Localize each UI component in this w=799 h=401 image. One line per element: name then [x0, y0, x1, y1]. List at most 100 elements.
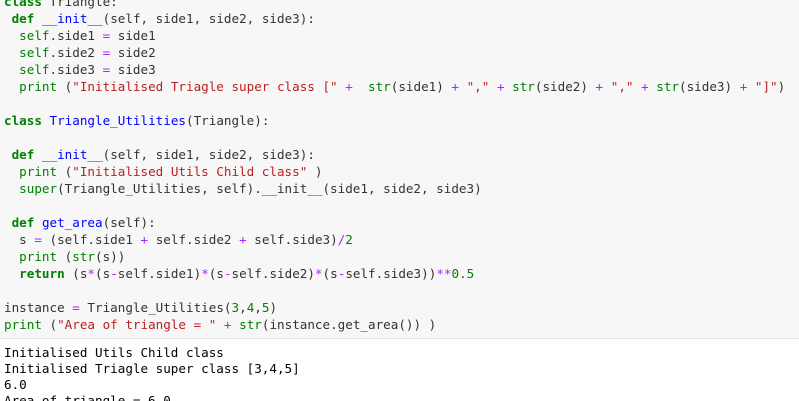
- code-line: self.side3 = side3: [4, 61, 156, 78]
- code-token: self: [4, 45, 50, 60]
- code-token: class: [4, 113, 42, 128]
- code-line: super(Triangle_Utilities, self).__init__…: [4, 180, 482, 197]
- code-token: str: [656, 79, 680, 94]
- code-token: get_area: [41, 215, 103, 230]
- code-token: Triangle_Utilities(: [79, 300, 232, 315]
- code-token: +: [595, 79, 604, 94]
- code-token: =: [72, 300, 80, 315]
- code-token: s: [4, 232, 35, 247]
- code-token: (self.side1: [41, 232, 141, 247]
- code-token: side3: [110, 62, 156, 77]
- code-token: (instance.get_area()) ): [261, 317, 437, 332]
- code-token: 2: [345, 232, 353, 247]
- code-line: def __init__(self, side1, side2, side3):: [4, 10, 315, 27]
- code-token: __init__: [41, 11, 103, 26]
- code-token: 3: [231, 300, 240, 315]
- code-token: (self, side1, side2, side3):: [102, 11, 315, 26]
- code-line: instance = Triangle_Utilities(3,4,5): [4, 299, 277, 316]
- code-line: def get_area(self):: [4, 214, 156, 231]
- code-token: (Triangle):: [186, 113, 270, 128]
- code-token: self.side2): [231, 266, 315, 281]
- code-token: Triangle:: [41, 0, 118, 9]
- code-token: self.side2: [148, 232, 240, 247]
- code-token: side2: [110, 45, 156, 60]
- code-line: return (s*(s-self.side1)*(s-self.side2)*…: [4, 265, 474, 282]
- code-token: print: [4, 164, 58, 179]
- code-token: =: [34, 232, 42, 247]
- code-line: self.side1 = side1: [4, 27, 156, 44]
- code-token: (s: [322, 266, 338, 281]
- code-token: str: [512, 79, 535, 94]
- code-line: print (str(s)): [4, 248, 125, 265]
- code-line: s = (self.side1 + self.side2 + self.side…: [4, 231, 353, 248]
- code-token: self: [4, 62, 50, 77]
- code-token: str: [72, 249, 95, 264]
- code-token: +: [496, 79, 505, 94]
- code-token: .side3: [49, 62, 103, 77]
- code-token: side1: [110, 28, 156, 43]
- code-line: print ("Initialised Utils Child class" ): [4, 163, 322, 180]
- code-line: class Triangle_Utilities(Triangle):: [4, 112, 269, 129]
- code-token: def: [4, 215, 35, 230]
- code-token: self.side3): [246, 232, 338, 247]
- code-token: instance: [4, 300, 73, 315]
- code-token: (: [57, 164, 73, 179]
- code-line: def __init__(self, side1, side2, side3):: [4, 146, 315, 163]
- code-token: +: [223, 317, 232, 332]
- output-area: Initialised Utils Child class Initialised…: [0, 338, 799, 401]
- code-token: Triangle_Utilities: [49, 113, 186, 128]
- code-token: **: [436, 266, 452, 281]
- code-token: +: [140, 232, 149, 247]
- code-token: self.side1): [117, 266, 202, 281]
- code-line: class Triangle:: [4, 0, 118, 10]
- code-token: 0.5: [451, 266, 475, 281]
- code-token: (s)): [95, 249, 126, 264]
- output-line: Initialised Utils Child class: [4, 345, 224, 360]
- code-token: +: [641, 79, 649, 94]
- code-token: (Triangle_Utilities, self).__init__(side…: [57, 181, 482, 196]
- code-token: (: [57, 249, 73, 264]
- code-token: ): [307, 164, 323, 179]
- code-token: *: [314, 266, 323, 281]
- code-token: -: [223, 266, 232, 281]
- code-token: print: [4, 249, 58, 264]
- code-token: +: [345, 79, 353, 94]
- code-token: __init__: [41, 147, 103, 162]
- output-line: 6.0: [4, 377, 27, 392]
- code-line: self.side2 = side2: [4, 44, 156, 61]
- code-token: *: [201, 266, 209, 281]
- code-token: def: [4, 147, 35, 162]
- code-token: +: [239, 232, 247, 247]
- code-token: "Initialised Utils Child class": [72, 164, 308, 179]
- code-token: class: [4, 0, 42, 9]
- code-token: .side2: [49, 45, 103, 60]
- code-token: (s: [208, 266, 224, 281]
- code-token: return: [4, 266, 65, 281]
- code-line: print ("Area of triangle = " + str(insta…: [4, 316, 436, 333]
- code-token: (side2): [534, 79, 596, 94]
- code-token: str: [239, 317, 262, 332]
- code-token: ): [269, 300, 278, 315]
- code-cell[interactable]: class Triangle: def __init__(self, side1…: [0, 0, 799, 338]
- code-token: .side1: [49, 28, 103, 43]
- code-token: ,: [239, 300, 247, 315]
- code-token: "Area of triangle = ": [57, 317, 217, 332]
- code-token: +: [451, 79, 459, 94]
- code-token: super: [4, 181, 58, 196]
- code-token: (: [41, 317, 58, 332]
- code-token: (side1): [390, 79, 452, 94]
- code-token: ,: [254, 300, 262, 315]
- code-token: print: [4, 79, 58, 94]
- code-token: "Initialised Triagle super class [": [72, 79, 338, 94]
- output-line: Initialised Triagle super class [3,4,5]: [4, 361, 300, 376]
- code-token: (s: [95, 266, 111, 281]
